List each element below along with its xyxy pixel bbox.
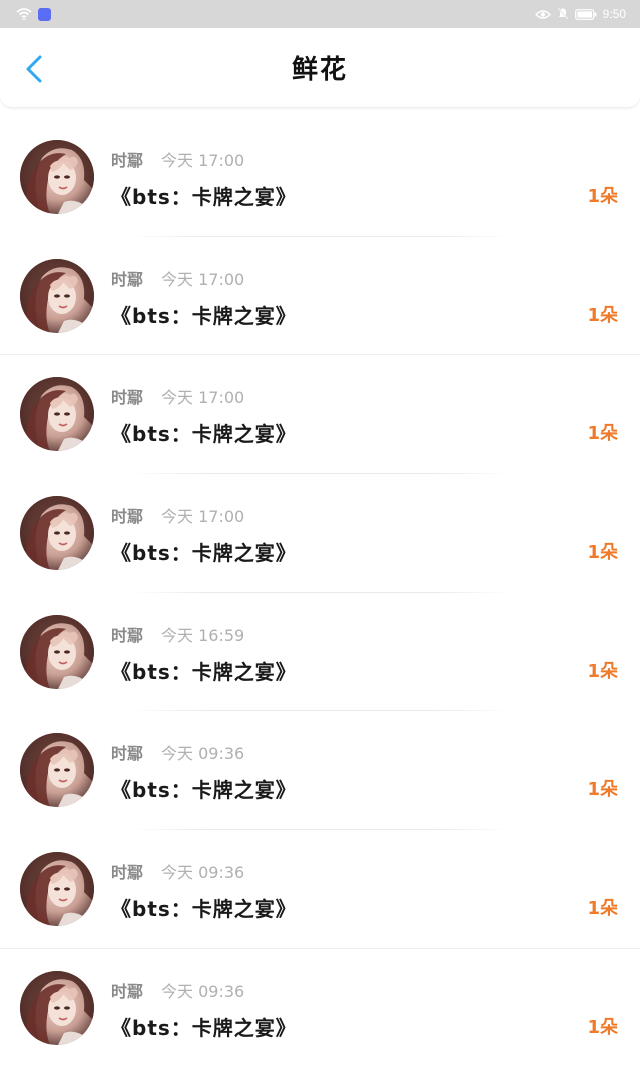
book-title[interactable]: 《bts：卡牌之宴》 [111, 1012, 297, 1041]
flower-count: 1朵 [587, 779, 618, 801]
record-meta: 时鄢 今天 09:36 [111, 978, 244, 1002]
avatar[interactable] [20, 377, 94, 452]
avatar[interactable] [20, 140, 94, 214]
flower-count: 1朵 [587, 898, 618, 920]
book-title[interactable]: 《bts：卡牌之宴》 [111, 537, 297, 566]
record-meta: 时鄢 今天 09:36 [111, 740, 244, 764]
sender-name[interactable]: 时鄢 [111, 978, 143, 1002]
flower-record-list: 时鄢 今天 17:00 《bts：卡牌之宴》 1朵 时鄢 今天 17:00 《b… [0, 118, 640, 1067]
send-time: 今天 17:00 [161, 507, 245, 527]
status-bar: 9:50 [0, 0, 640, 28]
flower-count: 1朵 [587, 660, 618, 682]
flower-count: 1朵 [587, 186, 618, 207]
sender-name[interactable]: 时鄢 [111, 859, 143, 883]
chevron-left-icon [20, 55, 50, 88]
list-item[interactable]: 时鄢 今天 17:00 《bts：卡牌之宴》 1朵 [0, 474, 640, 593]
list-item[interactable]: 时鄢 今天 16:59 《bts：卡牌之宴》 1朵 [0, 593, 640, 712]
sender-name[interactable]: 时鄢 [111, 384, 143, 408]
book-title[interactable]: 《bts：卡牌之宴》 [111, 300, 297, 329]
sender-name[interactable]: 时鄢 [111, 503, 143, 527]
avatar[interactable] [20, 614, 94, 689]
back-button[interactable] [20, 54, 50, 84]
book-title[interactable]: 《bts：卡牌之宴》 [111, 418, 297, 447]
eye-icon [534, 5, 551, 24]
send-time: 今天 09:36 [161, 981, 245, 1001]
status-right: 9:50 [534, 5, 626, 24]
list-item[interactable]: 时鄢 今天 17:00 《bts：卡牌之宴》 1朵 [0, 118, 640, 237]
page-title: 鲜花 [291, 55, 348, 85]
flower-count: 1朵 [587, 1016, 618, 1038]
send-time: 今天 09:36 [161, 744, 245, 764]
record-meta: 时鄢 今天 17:00 [111, 503, 244, 527]
send-time: 今天 09:36 [161, 863, 245, 883]
send-time: 今天 16:59 [161, 625, 245, 645]
list-item[interactable]: 时鄢 今天 09:36 《bts：卡牌之宴》 1朵 [0, 949, 640, 1067]
flower-count: 1朵 [587, 423, 618, 445]
app-badge-icon [38, 7, 51, 21]
wifi-icon [16, 5, 32, 24]
book-title[interactable]: 《bts：卡牌之宴》 [111, 893, 297, 922]
record-meta: 时鄢 今天 17:00 [111, 147, 244, 171]
record-meta: 时鄢 今天 16:59 [111, 622, 244, 646]
status-left [16, 5, 51, 24]
list-item[interactable]: 时鄢 今天 17:00 《bts：卡牌之宴》 1朵 [0, 237, 640, 356]
flower-count: 1朵 [587, 304, 618, 326]
record-meta: 时鄢 今天 09:36 [111, 859, 244, 883]
record-meta: 时鄢 今天 17:00 [111, 384, 244, 408]
send-time: 今天 17:00 [161, 151, 245, 170]
book-title[interactable]: 《bts：卡牌之宴》 [111, 774, 297, 803]
sender-name[interactable]: 时鄢 [111, 622, 143, 646]
mute-icon [557, 5, 569, 24]
send-time: 今天 17:00 [161, 388, 245, 408]
avatar[interactable] [20, 733, 94, 808]
book-title[interactable]: 《bts：卡牌之宴》 [111, 181, 297, 210]
list-item[interactable]: 时鄢 今天 17:00 《bts：卡牌之宴》 1朵 [0, 355, 640, 475]
avatar[interactable] [20, 852, 94, 927]
send-time: 今天 17:00 [161, 269, 245, 289]
sender-name[interactable]: 时鄢 [111, 266, 143, 290]
flower-count: 1朵 [587, 542, 618, 564]
avatar[interactable] [20, 496, 94, 571]
avatar[interactable] [20, 258, 94, 333]
list-item[interactable]: 时鄢 今天 09:36 《bts：卡牌之宴》 1朵 [0, 830, 640, 949]
book-title[interactable]: 《bts：卡牌之宴》 [111, 656, 297, 685]
status-time: 9:50 [602, 7, 626, 21]
avatar[interactable] [20, 970, 94, 1045]
list-item[interactable]: 时鄢 今天 09:36 《bts：卡牌之宴》 1朵 [0, 711, 640, 831]
record-meta: 时鄢 今天 17:00 [111, 266, 244, 290]
header: 鲜花 [0, 28, 640, 108]
sender-name[interactable]: 时鄢 [111, 147, 143, 171]
battery-icon [574, 5, 597, 24]
sender-name[interactable]: 时鄢 [111, 740, 143, 764]
